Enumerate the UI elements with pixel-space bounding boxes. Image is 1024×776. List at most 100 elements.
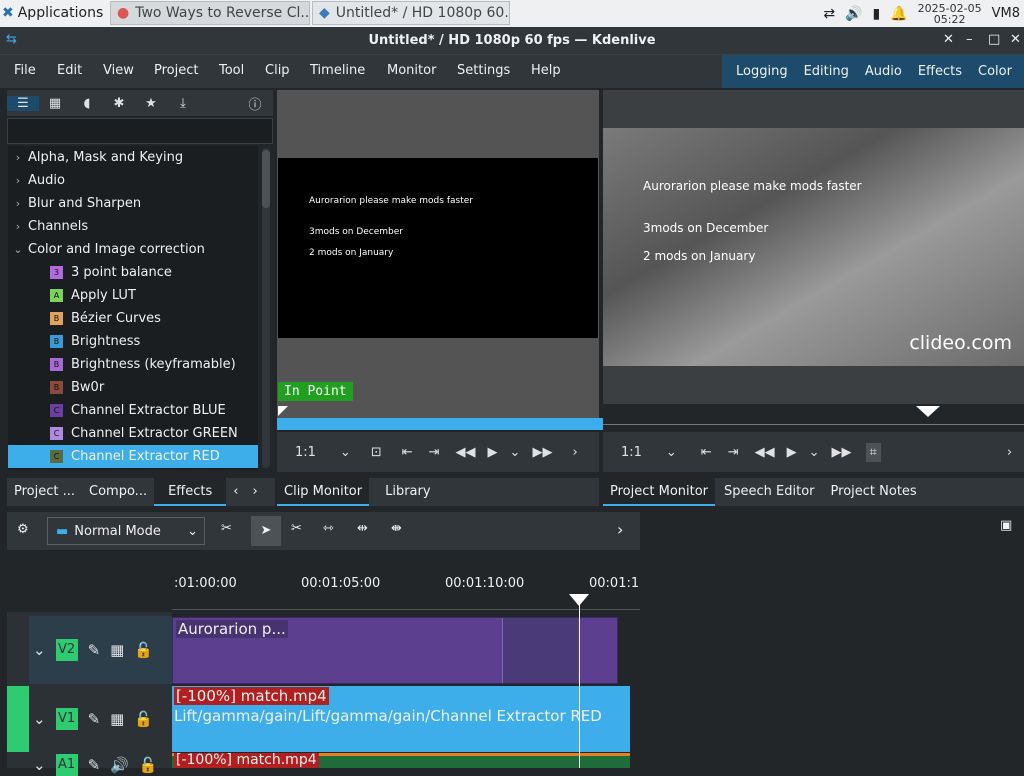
scrollbar-thumb[interactable] [262,150,270,208]
timeline-clip-a1[interactable]: [-100%] match.mp4 [172,753,630,768]
clock[interactable]: 2025-02-05 05:22 [918,3,982,25]
notification-icon[interactable]: 🔔 [890,6,907,22]
category-audio[interactable]: › Audio [8,169,258,192]
ripple-tool-icon[interactable]: ⇹ [357,521,368,536]
zoom-level[interactable]: 1:1 [621,445,642,460]
fullscreen-icon[interactable]: ⊡ [371,445,382,460]
lock-icon[interactable]: 🔓 [134,641,153,659]
effect-item[interactable]: C Channel Extractor GREEN [8,422,258,445]
chevron-right-icon[interactable]: › [617,520,623,539]
menu-help[interactable]: Help [531,63,561,78]
taskbar-tab-kdenlive[interactable]: ◆ Untitled* / HD 1080p 60... [312,1,510,25]
menu-edit[interactable]: Edit [57,63,82,78]
tab-project-notes[interactable]: Project Notes [824,478,924,506]
select-tool-icon[interactable]: ➤ [251,516,281,546]
timeline-clip-v1[interactable]: [-100%] match.mp4 Lift/gamma/gain/Lift/g… [172,686,630,752]
collapse-icon[interactable]: ⌄ [33,710,46,728]
effect-item[interactable]: A Apply LUT [8,284,258,307]
layout-color[interactable]: Color [970,64,1020,79]
set-in-icon[interactable]: ⇤ [402,445,413,460]
layout-editing[interactable]: Editing [796,64,857,79]
chevron-down-icon[interactable]: ⌄ [340,445,351,460]
download-icon[interactable]: ⤓ [167,96,199,111]
set-in-icon[interactable]: ⇤ [701,445,712,460]
slip-tool-icon[interactable]: ⇼ [391,521,402,536]
list-icon[interactable]: ☰ [7,95,39,111]
minimize-icon[interactable]: ✕ [943,32,954,47]
custom-effects-icon[interactable]: ✱ [103,96,135,111]
battery-icon[interactable]: ▮ [873,6,881,22]
track-header-v1[interactable]: ⌄ V1 ✎ ▦ 🔓 [29,686,172,752]
tab-scroll-right-icon[interactable]: › [245,478,264,506]
menu-timeline[interactable]: Timeline [310,63,365,78]
user-label[interactable]: VM8 [992,6,1020,21]
effect-item[interactable]: C Channel Extractor RED [8,445,258,468]
tab-effects[interactable]: Effects [154,478,227,506]
lock-icon[interactable]: 🔓 [139,756,158,774]
playhead-marker[interactable] [916,406,940,417]
forward-icon[interactable]: ▶▶ [832,445,852,460]
zoom-level[interactable]: 1:1 [295,445,316,460]
effects-icon[interactable]: ✎ [88,756,101,774]
collapse-icon[interactable]: ⌄ [33,641,46,659]
tab-project-monitor[interactable]: Project Monitor [603,478,716,506]
effect-item[interactable]: C Channel Extractor BLUE [8,399,258,422]
chevron-down-icon[interactable]: ⌄ [510,445,521,460]
chevron-down-icon[interactable]: ⌄ [809,445,820,460]
edit-mode-select[interactable]: ▬ Normal Mode ⌄ [47,517,205,545]
category-channels[interactable]: › Channels [8,215,258,238]
menu-file[interactable]: File [14,63,36,78]
effects-scrollbar[interactable] [262,148,270,468]
effect-item[interactable]: 3 3 point balance [8,261,258,284]
razor-all-icon[interactable]: ✂ [221,521,232,536]
effect-item[interactable]: B Brightness [8,330,258,353]
rewind-icon[interactable]: ◀◀ [755,445,775,460]
chevron-right-icon[interactable]: › [572,445,577,460]
collapse-icon[interactable]: ⌄ [33,756,46,774]
volume-icon[interactable]: 🔊 [845,6,862,22]
close-button[interactable]: ✕ [1010,32,1021,47]
tab-speech-editor[interactable]: Speech Editor [715,478,824,506]
menu-clip[interactable]: Clip [265,63,290,78]
crop-icon[interactable]: ⌗ [865,442,881,462]
cut-tool-icon[interactable]: ✂ [291,521,302,536]
project-monitor-ruler[interactable] [603,404,1024,430]
lock-icon[interactable]: 🔓 [134,710,153,728]
save-icon[interactable]: ▣ [1000,518,1012,533]
effects-search-input[interactable] [7,118,273,144]
menu-tool[interactable]: Tool [219,63,244,78]
timeline-clip-v2[interactable]: Aurorarion p... [172,617,618,684]
tab-compositions[interactable]: Compo... [82,478,154,506]
track-settings-icon[interactable]: ⚙ [17,522,29,537]
rewind-icon[interactable]: ◀◀ [456,445,476,460]
effects-icon[interactable]: ✎ [88,710,101,728]
category-color[interactable]: ⌄ Color and Image correction [8,238,258,261]
chevron-right-icon[interactable]: › [1007,445,1012,460]
film-icon[interactable]: ▦ [110,710,124,728]
layout-effects[interactable]: Effects [910,64,970,79]
menu-view[interactable]: View [103,63,134,78]
project-monitor[interactable]: Aurorarion please make mods faster 3mods… [603,90,1024,420]
favorites-icon[interactable]: ★ [135,96,167,111]
tab-scroll-left-icon[interactable]: ‹ [226,478,245,506]
track-header-v2[interactable]: ⌄ V2 ✎ ▦ 🔓 [29,616,172,684]
speaker-icon[interactable]: 🔊 [110,756,129,774]
effect-item[interactable]: B Brightness (keyframable) [8,353,258,376]
clip-timeline-bar[interactable] [277,418,607,430]
play-icon[interactable]: ▶ [488,445,498,460]
layout-audio[interactable]: Audio [857,64,910,79]
timeline-ruler[interactable]: :01:00:00 00:01:05:00 00:01:10:00 00:01:… [172,570,640,610]
category-alpha[interactable]: › Alpha, Mask and Keying [8,146,258,169]
layout-logging[interactable]: Logging [722,64,796,79]
tab-project-bin[interactable]: Project ... [7,478,82,506]
effect-item[interactable]: B Bézier Curves [8,307,258,330]
set-out-icon[interactable]: ⇥ [728,445,739,460]
menu-settings[interactable]: Settings [457,63,510,78]
taskbar-tab-browser[interactable]: ● Two Ways to Reverse Cl... [110,1,310,25]
minimize-button[interactable]: – [966,32,973,47]
applications-menu[interactable]: ✖ Applications [2,4,103,22]
play-icon[interactable]: ▶ [787,445,797,460]
track-header-a1[interactable]: ⌄ A1 ✎ 🔊 🔓 [29,754,172,776]
menu-project[interactable]: Project [154,63,198,78]
spacer-tool-icon[interactable]: ⇿ [323,521,334,536]
